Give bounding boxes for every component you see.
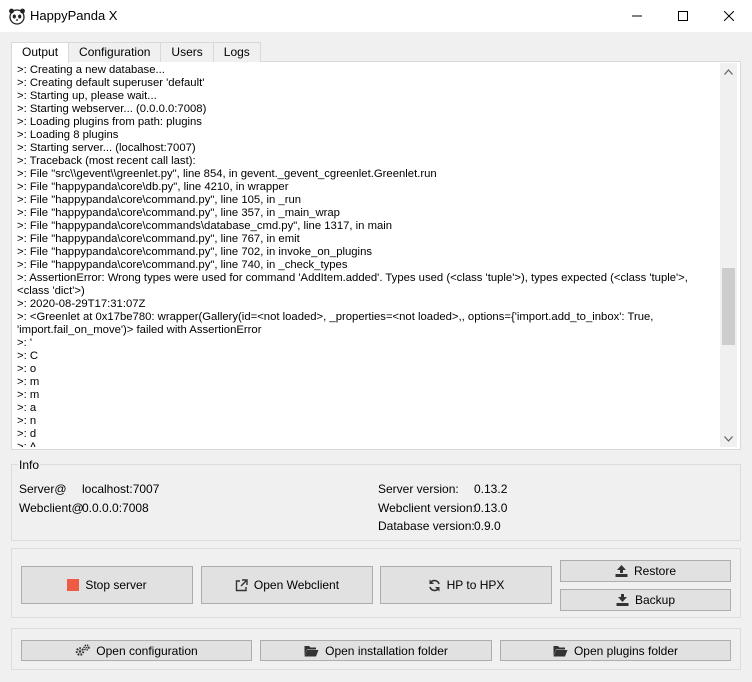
output-line: >: <Greenlet at 0x17be780: wrapper(Galle…: [17, 311, 657, 336]
stop-server-button[interactable]: Stop server: [21, 566, 193, 604]
tab-bar: Output Configuration Users Logs: [11, 42, 261, 63]
server-address: localhost:7007: [82, 482, 160, 496]
output-line: >: File "happypanda\core\command.py", li…: [17, 207, 340, 219]
close-button[interactable]: [706, 0, 752, 32]
output-text-area[interactable]: >: Creating a new database... >: Creating…: [12, 63, 720, 447]
tab-logs[interactable]: Logs: [212, 42, 261, 62]
open-plugins-folder-button[interactable]: Open plugins folder: [500, 640, 731, 661]
output-line: >: 2020-08-29T17:31:07Z: [17, 298, 146, 310]
restore-button[interactable]: Restore: [560, 560, 731, 582]
output-line: >: Starting up, please wait...: [17, 90, 157, 102]
output-line: >: File "src\\gevent\\greenlet.py", line…: [17, 168, 437, 180]
scroll-thumb[interactable]: [722, 268, 735, 345]
server-label: Server@: [19, 482, 67, 496]
output-line: >: m: [17, 389, 40, 401]
stop-icon: [67, 579, 80, 591]
hp-to-hpx-label: HP to HPX: [446, 578, 505, 592]
chevron-up-icon: [724, 68, 733, 75]
minimize-button[interactable]: [614, 0, 660, 32]
open-installation-folder-label: Open installation folder: [325, 643, 448, 658]
tab-users[interactable]: Users: [160, 42, 214, 62]
tab-configuration[interactable]: Configuration: [68, 42, 162, 62]
open-installation-folder-button[interactable]: Open installation folder: [260, 640, 492, 661]
hp-to-hpx-button[interactable]: HP to HPX: [380, 566, 552, 604]
output-line: >: File "happypanda\core\command.py", li…: [17, 246, 372, 258]
output-line: >: Starting server... (localhost:7007): [17, 142, 196, 154]
output-line: >: File "happypanda\core\command.py", li…: [17, 259, 348, 271]
sync-icon: [428, 579, 441, 592]
scroll-down-button[interactable]: [720, 430, 737, 447]
output-scrollbar[interactable]: [720, 63, 737, 447]
output-line: >: File "happypanda\core\db.py", line 42…: [17, 181, 289, 193]
output-line: >: Traceback (most recent call last):: [17, 155, 196, 167]
minimize-icon: [632, 15, 642, 17]
database-version-label: Database version:: [378, 519, 475, 533]
restore-label: Restore: [633, 564, 677, 578]
maximize-button[interactable]: [660, 0, 706, 32]
panda-app-icon: [9, 8, 25, 25]
server-version-value: 0.13.2: [474, 482, 508, 496]
folder-open-icon: [304, 645, 319, 657]
tab-output[interactable]: Output: [11, 42, 70, 63]
output-line: >: Creating default superuser 'default': [17, 77, 205, 89]
open-webclient-label: Open Webclient: [253, 578, 340, 592]
output-line: >: m: [17, 376, 40, 388]
webclient-address: 0.0.0.0:7008: [82, 501, 149, 515]
scroll-up-button[interactable]: [720, 63, 737, 80]
open-webclient-button[interactable]: Open Webclient: [201, 566, 373, 604]
output-line: >: AssertionError: Wrong types were used…: [17, 272, 692, 297]
output-line: >: n: [17, 415, 37, 427]
output-line: >: A: [17, 441, 37, 447]
server-version-label: Server version:: [378, 482, 459, 496]
open-configuration-label: Open configuration: [96, 643, 198, 658]
close-icon: [724, 11, 734, 21]
output-line: >: File "happypanda\core\command.py", li…: [17, 233, 300, 245]
info-group-title: Info: [18, 458, 41, 472]
output-line: >: ': [17, 337, 33, 349]
window-title: HappyPanda X: [30, 8, 118, 23]
backup-label: Backup: [634, 593, 676, 607]
output-line: >: Loading 8 plugins: [17, 129, 119, 141]
download-icon: [616, 594, 629, 606]
output-line: >: a: [17, 402, 37, 414]
chevron-down-icon: [724, 435, 733, 442]
output-line: >: Starting webserver... (0.0.0.0:7008): [17, 103, 207, 115]
database-version-value: 0.9.0: [474, 519, 501, 533]
output-line: >: File "happypanda\core\command.py", li…: [17, 194, 302, 206]
output-line: >: d: [17, 428, 37, 440]
output-line: >: C: [17, 350, 39, 362]
stop-server-label: Stop server: [85, 578, 147, 592]
backup-button[interactable]: Backup: [560, 589, 731, 611]
output-line: >: Loading plugins from path: plugins: [17, 116, 202, 128]
webclient-version-value: 0.13.0: [474, 501, 508, 515]
open-configuration-button[interactable]: Open configuration: [21, 640, 252, 661]
folder-open-icon: [553, 645, 568, 657]
open-plugins-folder-label: Open plugins folder: [573, 643, 679, 658]
output-line: >: o: [17, 363, 37, 375]
upload-icon: [615, 565, 628, 577]
title-bar: HappyPanda X: [0, 0, 752, 32]
maximize-icon: [678, 11, 688, 21]
output-line: >: Creating a new database...: [17, 64, 165, 76]
webclient-version-label: Webclient version:: [378, 501, 476, 515]
output-line: >: File "happypanda\core\commands\databa…: [17, 220, 393, 232]
webclient-label: Webclient@: [19, 501, 84, 515]
external-link-icon: [235, 578, 248, 592]
gears-icon: [75, 644, 90, 657]
